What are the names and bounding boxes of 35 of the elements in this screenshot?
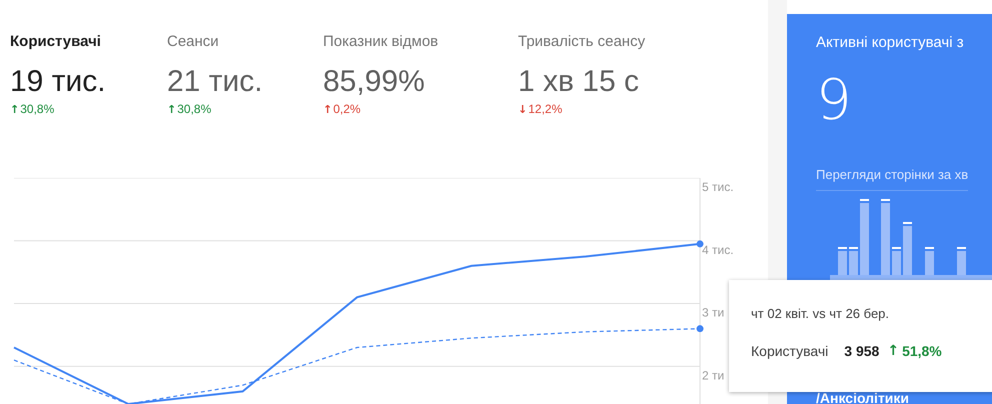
- trend-arrow: ↓: [518, 102, 528, 116]
- metric-label: Показник відмов: [323, 32, 438, 52]
- metric-value: 85,99%: [323, 64, 425, 100]
- metric-label: Тривалість сеансу: [518, 32, 646, 52]
- axis-label: 5 тис.: [702, 180, 734, 194]
- metric-value: 21 тис.: [167, 64, 263, 100]
- axis-label: 3 ти: [702, 306, 724, 320]
- trend-arrow: ↑: [887, 343, 900, 359]
- trend-arrow: ↑: [323, 102, 332, 116]
- tooltip-metric: Користувачі: [751, 343, 828, 359]
- metric-label: Сеанси: [167, 32, 219, 52]
- tooltip-value: 3 958: [844, 343, 880, 359]
- panel-title: Активні користувачі з: [816, 34, 965, 51]
- metric-tab[interactable]: Тривалість сеансу 1 хв 15 с ↓12,2%: [518, 32, 646, 146]
- metric-tab[interactable]: Сеанси 21 тис. ↑30,8%: [167, 32, 323, 146]
- metric-tab[interactable]: Користувачі 19 тис. ↑30,8%: [10, 32, 167, 146]
- tooltip-change: 51,8%: [902, 343, 942, 359]
- metric-value: 1 хв 15 с: [518, 64, 639, 100]
- data-point: [696, 240, 704, 248]
- trend-arrow: ↑: [10, 102, 20, 116]
- trend-arrow: ↑: [167, 102, 176, 116]
- panel-subtitle: Перегляди сторінки за хв: [816, 167, 968, 191]
- axis-label: 2 ти: [702, 368, 724, 382]
- tooltip-date: чт 02 квіт. vs чт 26 бер.: [751, 306, 890, 321]
- metric-change: 12,2%: [528, 102, 562, 116]
- data-point: [696, 325, 704, 332]
- top-page-link[interactable]: /Анксіолітики: [816, 390, 992, 404]
- metric-tab[interactable]: Показник відмов 85,99% ↑0,2%: [323, 32, 518, 146]
- axis-label: 4 тис.: [702, 242, 734, 257]
- metric-change: 30,8%: [20, 102, 54, 116]
- metric-label: Користувачі: [10, 32, 101, 52]
- active-users-count: 9: [816, 71, 853, 131]
- metric-value: 19 тис.: [10, 64, 106, 100]
- metric-change: 30,8%: [177, 102, 212, 116]
- metric-change: 0,2%: [333, 102, 361, 116]
